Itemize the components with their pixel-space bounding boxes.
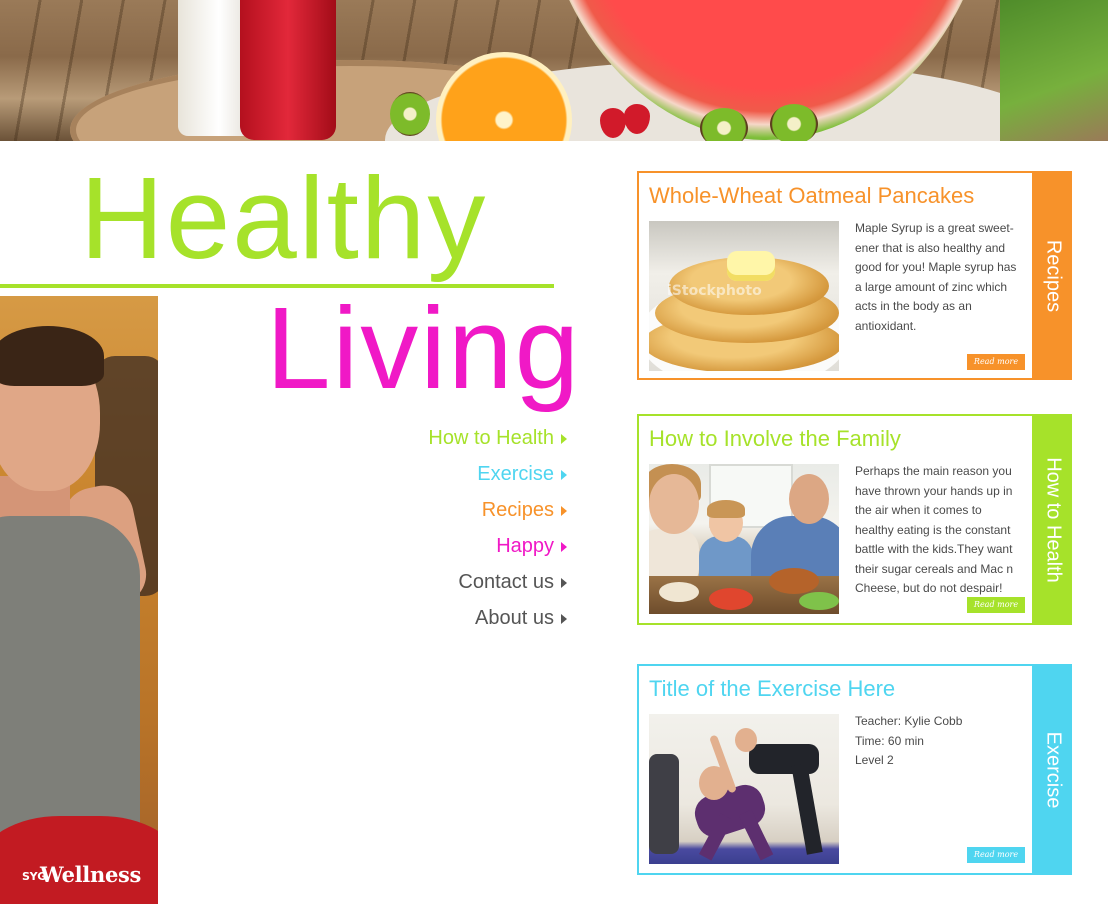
nav-item-exercise[interactable]: Exercise — [428, 462, 567, 498]
read-more-button[interactable]: Read more — [967, 847, 1025, 863]
nav-label: Happy — [496, 535, 554, 557]
recipe-card: Whole-Wheat Oatmeal Pancakes iStockphoto… — [637, 171, 1072, 380]
card-title[interactable]: Whole-Wheat Oatmeal Pancakes — [649, 183, 974, 209]
class-details: Teacher: Kylie Cobb Time: 60 min Level 2 — [855, 712, 1020, 771]
nav-label: Exercise — [477, 463, 554, 485]
tab-exercise[interactable]: Exercise — [1034, 664, 1072, 875]
caret-right-icon — [561, 577, 567, 588]
banner-photo — [0, 0, 1108, 141]
card-description: Maple Syrup is a great sweet-ener that i… — [855, 221, 1017, 333]
time-text: Time: 60 min — [855, 733, 924, 748]
read-more-button[interactable]: Read more — [967, 354, 1025, 370]
nav-item-about-us[interactable]: About us — [428, 606, 567, 642]
nav-item-recipes[interactable]: Recipes — [428, 498, 567, 534]
card-description: Perhaps the main reason you have thrown … — [855, 464, 1014, 595]
tab-recipes[interactable]: Recipes — [1034, 171, 1072, 380]
family-card: How to Involve the Family Perhaps the ma… — [637, 414, 1072, 625]
caret-right-icon — [561, 433, 567, 444]
nav-label: Contact us — [458, 571, 554, 593]
main-nav: How to Health Exercise Recipes Happy Con… — [428, 426, 567, 642]
level-text: Level 2 — [855, 753, 894, 767]
card-title[interactable]: How to Involve the Family — [649, 426, 901, 452]
nav-item-contact-us[interactable]: Contact us — [428, 570, 567, 606]
headline-healthy: Healthy — [80, 153, 488, 283]
caret-right-icon — [561, 541, 567, 552]
tab-how-to-health[interactable]: How to Health — [1034, 414, 1072, 625]
logo-text: Wellness — [40, 862, 142, 887]
nav-label: How to Health — [428, 427, 554, 449]
exercise-card: Title of the Exercise Here Teacher: Kyli… — [637, 664, 1072, 875]
caret-right-icon — [561, 613, 567, 624]
caret-right-icon — [561, 505, 567, 516]
fitness-photo: SYGWellness — [0, 296, 158, 904]
teacher-text: Teacher: Kylie Cobb — [855, 714, 963, 728]
headline-living: Living — [266, 283, 582, 413]
wellness-logo[interactable]: SYGWellness — [22, 862, 141, 887]
caret-right-icon — [561, 469, 567, 480]
tab-label: Recipes — [1042, 239, 1065, 312]
tab-label: How to Health — [1042, 456, 1065, 583]
nav-item-how-to-health[interactable]: How to Health — [428, 426, 567, 462]
family-photo — [649, 464, 839, 614]
card-title[interactable]: Title of the Exercise Here — [649, 676, 895, 702]
nav-item-happy[interactable]: Happy — [428, 534, 567, 570]
tab-label: Exercise — [1042, 731, 1065, 808]
read-more-button[interactable]: Read more — [967, 597, 1025, 613]
juice-glass — [240, 0, 336, 140]
pancakes-photo: iStockphoto — [649, 221, 839, 371]
logo-mark-icon: SYG — [22, 870, 47, 883]
watermark-text: iStockphoto — [667, 283, 762, 299]
nav-label: Recipes — [481, 499, 554, 521]
yoga-photo — [649, 714, 839, 864]
nav-label: About us — [475, 607, 554, 629]
